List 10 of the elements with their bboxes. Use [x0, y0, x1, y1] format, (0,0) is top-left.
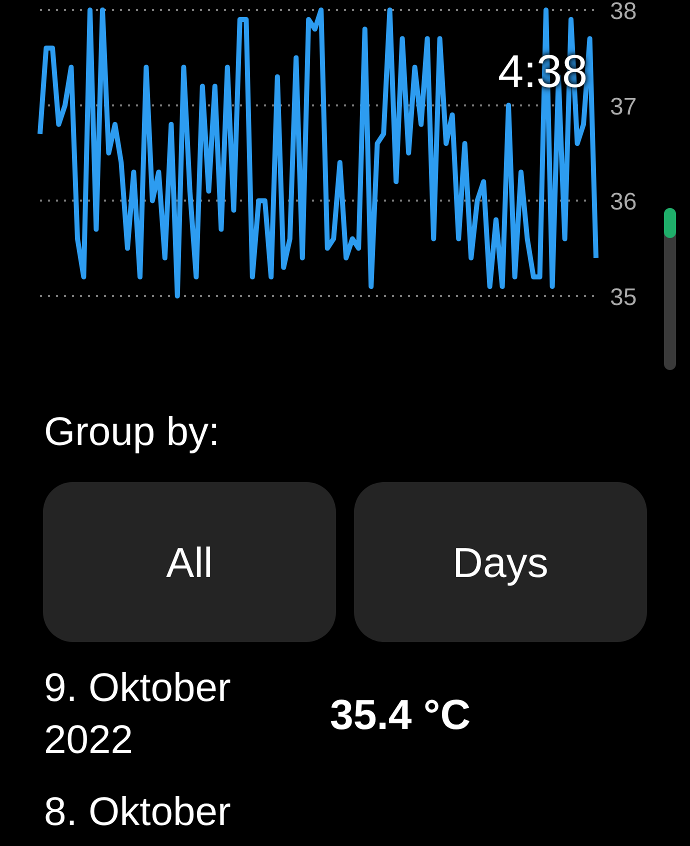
axis-label: 37: [610, 93, 637, 120]
group-button[interactable]: Days: [354, 482, 647, 642]
axis-label: 35: [610, 284, 637, 311]
entry-date: 8. Oktober: [44, 789, 232, 836]
axis-label: 36: [610, 188, 637, 216]
entry-value: 35.4 °C: [330, 690, 471, 740]
group-button[interactable]: All: [43, 482, 336, 642]
axis-label: 38: [610, 0, 637, 25]
entry-date: 9. Oktober 2022: [44, 665, 232, 764]
group-by-label: Group by:: [43, 409, 221, 454]
